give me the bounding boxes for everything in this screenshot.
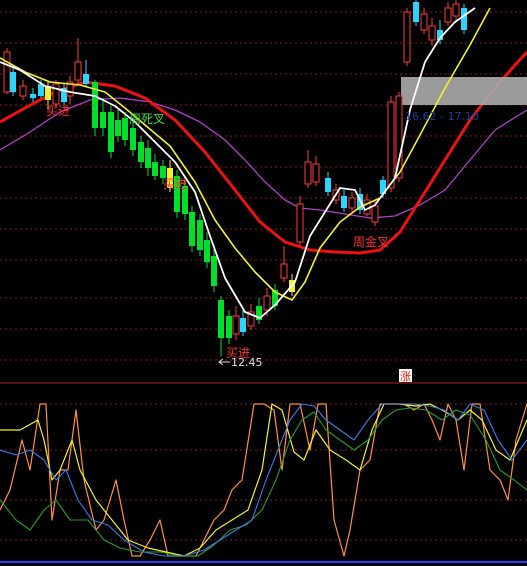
candle-body xyxy=(145,148,151,168)
candle-body xyxy=(325,178,331,192)
candle-body xyxy=(296,203,304,243)
candle-body xyxy=(240,318,246,332)
weekly-death-cross-label: 周死叉 xyxy=(129,112,165,126)
stock-chart[interactable]: 买进 周死叉 买进 买进 周金叉 12.45 16.62 - 17.10 涨 xyxy=(0,0,527,566)
candle-body xyxy=(232,315,240,335)
candle-body xyxy=(115,120,121,136)
buy-signal-label: 买进 xyxy=(163,177,187,191)
candle-body xyxy=(211,256,217,286)
candle-body xyxy=(74,61,82,81)
buy-signal-label: 买进 xyxy=(46,104,70,118)
candle-body xyxy=(461,8,467,30)
weekly-golden-cross-label: 周金叉 xyxy=(353,234,389,249)
candle-body xyxy=(348,197,356,209)
candle-body xyxy=(226,316,232,338)
candle-body xyxy=(341,196,347,208)
price-range-label: 16.62 - 17.10 xyxy=(405,110,479,123)
low-price-label: 12.45 xyxy=(231,356,263,369)
candle-body xyxy=(312,163,320,183)
candle-body xyxy=(100,112,106,128)
limit-up-badge-text: 涨 xyxy=(400,370,411,383)
candle-body xyxy=(189,212,195,246)
candle-body xyxy=(403,11,411,63)
candle-body xyxy=(83,74,89,84)
candle-body xyxy=(152,162,158,176)
candle-body xyxy=(263,295,271,311)
candle-body xyxy=(444,7,452,23)
candle-body xyxy=(130,128,136,150)
candle-body xyxy=(122,118,128,140)
candle-body xyxy=(413,2,419,22)
candle-body xyxy=(280,263,288,279)
candle-body xyxy=(371,205,379,223)
candle-body xyxy=(218,300,224,338)
candle-body xyxy=(428,25,436,41)
candle-body xyxy=(30,94,36,98)
candle-body xyxy=(52,83,60,105)
candle-body xyxy=(19,85,27,97)
candle-body xyxy=(420,13,428,31)
candle-body xyxy=(138,142,144,162)
candle-body xyxy=(452,3,460,17)
candle-body xyxy=(197,220,203,250)
candle-body xyxy=(204,240,210,262)
candle-body xyxy=(10,72,16,92)
candle-body xyxy=(304,161,312,185)
limit-up-badge[interactable]: 涨 xyxy=(399,369,412,383)
candle-body xyxy=(108,112,114,152)
candle-body xyxy=(3,51,11,93)
candle-body xyxy=(387,101,395,189)
